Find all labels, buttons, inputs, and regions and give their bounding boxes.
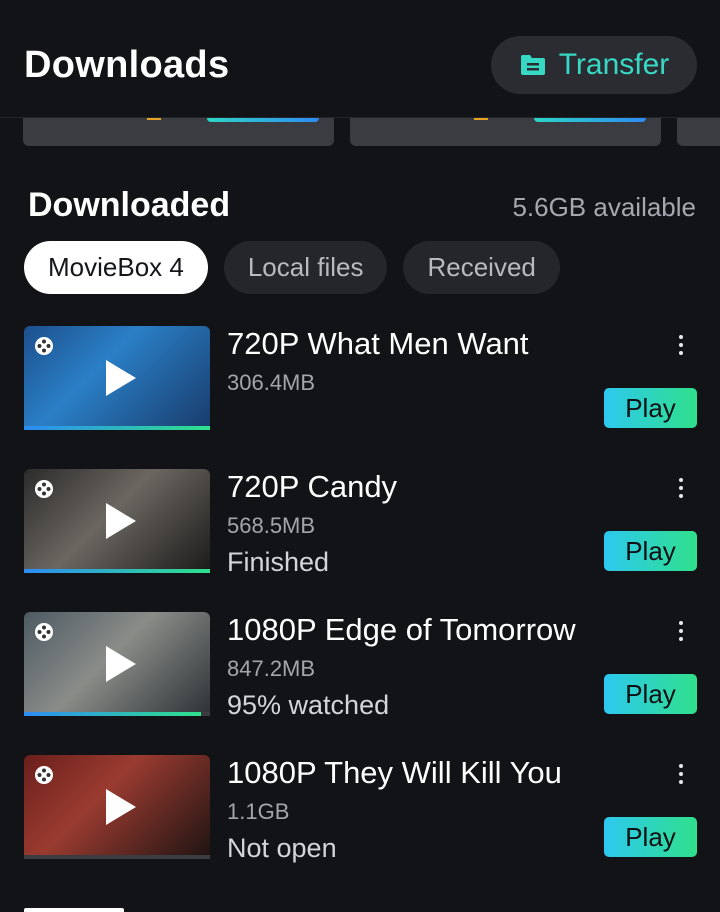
film-reel-icon [35,623,53,641]
film-reel-icon [35,337,53,355]
play-button[interactable]: Play [604,817,697,857]
video-thumbnail[interactable] [24,612,210,716]
ad-banner-strip[interactable] [0,118,720,148]
install-button[interactable] [534,118,646,122]
more-options-icon[interactable] [670,759,692,789]
play-icon [106,503,136,539]
more-options-icon[interactable] [670,330,692,360]
top-bar: Downloads Transfer [0,0,720,118]
more-options-icon[interactable] [670,616,692,646]
transfer-button[interactable]: Transfer [491,36,697,94]
star-icon [147,118,161,120]
item-status: Finished [227,547,330,577]
tab-received[interactable]: Received [403,241,560,294]
film-reel-icon [35,766,53,784]
play-icon [106,646,136,682]
ad-card[interactable] [677,118,720,146]
video-thumbnail[interactable] [24,755,210,859]
more-options-icon[interactable] [670,473,692,503]
download-item[interactable]: 1080P They Will Kill You 1.1GB Not open … [0,755,720,865]
progress-bar [24,712,201,716]
download-item[interactable]: 1080P Edge of Tomorrow 847.2MB 95% watch… [0,612,720,722]
item-title: 1080P Edge of Tomorrow [227,612,576,647]
video-thumbnail[interactable] [24,469,210,573]
item-size: 306.4MB [227,370,316,395]
play-button[interactable]: Play [604,674,697,714]
item-size: 568.5MB [227,513,316,538]
tab-local-files[interactable]: Local files [223,241,388,294]
folder-transfer-icon [520,55,545,75]
play-button[interactable]: Play [604,531,697,571]
next-section-heading [24,898,144,912]
storage-available: 5.6GB available [512,192,696,222]
ad-card[interactable] [350,118,661,146]
item-title: 720P Candy [227,469,398,504]
install-button[interactable] [207,118,319,122]
item-size: 1.1GB [227,799,290,824]
page-title: Downloads [24,44,230,86]
film-reel-icon [35,480,53,498]
video-thumbnail[interactable] [24,326,210,430]
progress-bar [24,426,210,430]
item-size: 847.2MB [227,656,316,681]
transfer-label: Transfer [558,48,670,81]
item-status: 95% watched [227,690,390,720]
download-item[interactable]: 720P What Men Want 306.4MB Play [0,326,720,436]
item-title: 720P What Men Want [227,326,529,361]
tab-moviebox[interactable]: MovieBox 4 [24,241,208,294]
section-title: Downloaded [28,186,231,224]
play-icon [106,360,136,396]
item-status: Not open [227,833,337,863]
item-title: 1080P They Will Kill You [227,755,562,790]
progress-track [24,855,210,859]
play-button[interactable]: Play [604,388,697,428]
play-icon [106,789,136,825]
star-icon [474,118,488,120]
ad-card[interactable] [23,118,334,146]
progress-bar [24,569,210,573]
download-item[interactable]: 720P Candy 568.5MB Finished Play [0,469,720,579]
source-tabs: MovieBox 4 Local files Received [24,241,560,294]
